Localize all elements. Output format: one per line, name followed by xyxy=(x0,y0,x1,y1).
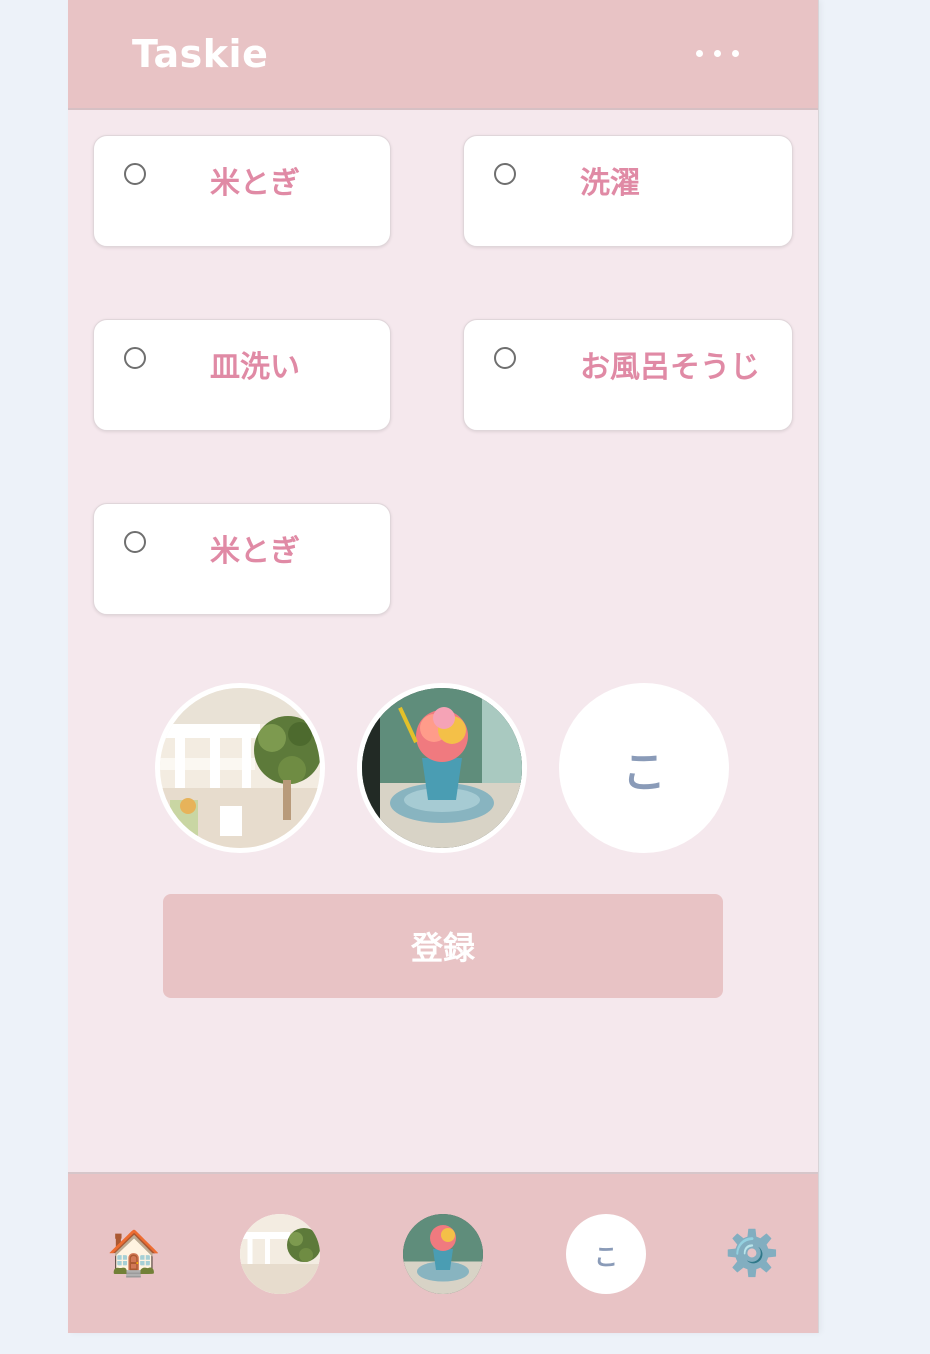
shaved-ice-photo-icon xyxy=(362,688,522,848)
task-radio[interactable] xyxy=(494,347,516,369)
nav-settings[interactable]: ⚙️ xyxy=(712,1214,792,1294)
app-screen: Taskie 米とぎ 洗濯 皿洗い お風呂そうじ 米とぎ こ 登録 🏠 こ ⚙️ xyxy=(68,0,818,1333)
app-title: Taskie xyxy=(132,32,269,76)
bottom-nav: 🏠 こ ⚙️ xyxy=(68,1172,818,1333)
task-label: お風呂そうじ xyxy=(580,350,760,385)
task-label: 米とぎ xyxy=(210,166,300,201)
task-card-rice-2[interactable]: 米とぎ xyxy=(93,503,391,615)
task-card-rice[interactable]: 米とぎ xyxy=(93,135,391,247)
member-initial-avatar: こ xyxy=(566,1214,646,1294)
task-label: 洗濯 xyxy=(580,166,640,201)
task-card-laundry[interactable]: 洗濯 xyxy=(463,135,793,247)
member-avatar-initial[interactable]: こ xyxy=(559,683,729,853)
app-header: Taskie xyxy=(68,0,818,110)
task-card-bath[interactable]: お風呂そうじ xyxy=(463,319,793,431)
nav-member-plant[interactable] xyxy=(240,1214,320,1294)
task-radio[interactable] xyxy=(124,163,146,185)
task-card-dishes[interactable]: 皿洗い xyxy=(93,319,391,431)
avatar-initial-text: こ xyxy=(622,747,666,798)
interior-plant-photo-icon xyxy=(240,1214,320,1294)
nav-home[interactable]: 🏠 xyxy=(94,1214,174,1294)
task-label: 皿洗い xyxy=(210,350,300,385)
register-button[interactable]: 登録 xyxy=(163,894,723,998)
task-radio[interactable] xyxy=(494,163,516,185)
avatar-initial-text: こ xyxy=(594,1242,618,1271)
more-menu-icon[interactable] xyxy=(696,50,740,58)
home-icon: 🏠 xyxy=(106,1228,162,1279)
shaved-ice-photo-icon xyxy=(403,1214,483,1294)
interior-plant-photo-icon xyxy=(160,688,320,848)
task-radio[interactable] xyxy=(124,531,146,553)
task-radio[interactable] xyxy=(124,347,146,369)
nav-member-initial[interactable]: こ xyxy=(566,1214,646,1294)
member-avatar-plant[interactable] xyxy=(155,683,325,853)
member-avatar-shaved-ice[interactable] xyxy=(357,683,527,853)
task-label: 米とぎ xyxy=(210,534,300,569)
nav-member-shaved-ice[interactable] xyxy=(403,1214,483,1294)
gear-icon: ⚙️ xyxy=(724,1228,780,1279)
